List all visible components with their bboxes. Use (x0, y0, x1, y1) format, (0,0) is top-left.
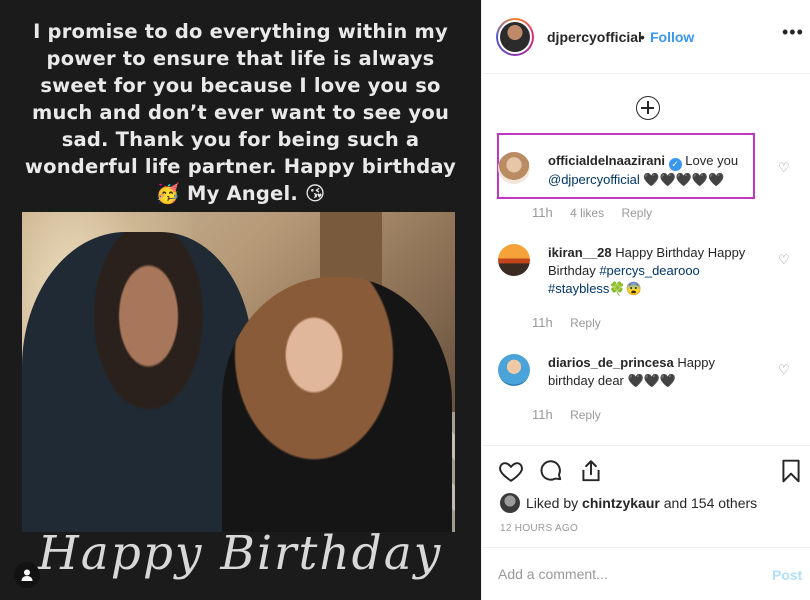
couple-photo (22, 212, 455, 532)
comment-meta: 11h 4 likes Reply (532, 205, 666, 220)
post-timestamp[interactable]: 12 HOURS AGO (500, 523, 578, 534)
share-icon[interactable] (578, 458, 604, 484)
comment-time[interactable]: 11h (532, 315, 553, 330)
comment-avatar[interactable] (498, 152, 530, 184)
comment-input[interactable] (498, 566, 738, 582)
comment-username[interactable]: diarios_de_princesa (548, 355, 674, 370)
comment-time[interactable]: 11h (532, 205, 553, 220)
comment-bubble-icon[interactable] (538, 458, 564, 484)
comment-username[interactable]: officialdelnaazirani (548, 153, 665, 168)
user-tag-icon[interactable] (14, 562, 40, 588)
hashtag-link[interactable]: #percys_dearooo (599, 263, 699, 278)
mention-link[interactable]: @djpercyofficial (548, 172, 640, 187)
author-username[interactable]: djpercyofficial (547, 29, 642, 45)
comment-avatar[interactable] (498, 244, 530, 276)
happy-birthday-text: Happy Birthday (37, 526, 443, 581)
add-comment-form: Post (482, 547, 810, 600)
comment-avatar[interactable] (498, 354, 530, 386)
more-options-icon[interactable]: ••• (782, 22, 804, 43)
comment-likes[interactable]: 4 likes (570, 206, 604, 220)
liker-username[interactable]: chintzykaur (582, 495, 660, 511)
image-caption-overlay: I promise to do everything within my pow… (24, 20, 457, 205)
comment-text: ikiran__28 Happy Birthday Happy Birthday… (548, 245, 746, 296)
hashtag-link[interactable]: #staybless (548, 281, 609, 296)
author-avatar[interactable] (496, 18, 534, 56)
post-sidebar: djpercyofficial • Follow ••• officialdel… (481, 0, 810, 600)
load-more-comments-icon[interactable] (636, 96, 660, 120)
comment-like-heart-icon[interactable]: ♡ (778, 160, 790, 176)
comment-time[interactable]: 11h (532, 407, 553, 422)
save-bookmark-icon[interactable] (778, 458, 804, 484)
reply-button[interactable]: Reply (621, 206, 652, 220)
post-image[interactable]: I promise to do everything within my pow… (0, 0, 481, 600)
reply-button[interactable]: Reply (570, 316, 601, 330)
comment-like-heart-icon[interactable]: ♡ (778, 252, 790, 268)
liker-avatar[interactable] (500, 493, 520, 513)
comment-like-heart-icon[interactable]: ♡ (778, 362, 790, 378)
reply-button[interactable]: Reply (570, 408, 601, 422)
separator-dot: • (640, 29, 645, 45)
comment-text: officialdelnaazirani ✓ Love you @djpercy… (548, 153, 739, 187)
liked-by: Liked by chintzykaur and 154 others (500, 493, 757, 513)
likes-count[interactable]: and 154 others (664, 495, 757, 511)
post-comment-button[interactable]: Post (772, 567, 802, 583)
follow-button[interactable]: Follow (650, 29, 694, 45)
like-heart-icon[interactable] (498, 458, 524, 484)
comment-meta: 11h Reply (532, 407, 615, 422)
comment-username[interactable]: ikiran__28 (548, 245, 612, 260)
comment-text: diarios_de_princesa Happy birthday dear … (548, 355, 715, 388)
verified-badge-icon: ✓ (668, 158, 682, 171)
comment-meta: 11h Reply (532, 315, 615, 330)
post-header: djpercyofficial • Follow ••• (482, 0, 810, 74)
